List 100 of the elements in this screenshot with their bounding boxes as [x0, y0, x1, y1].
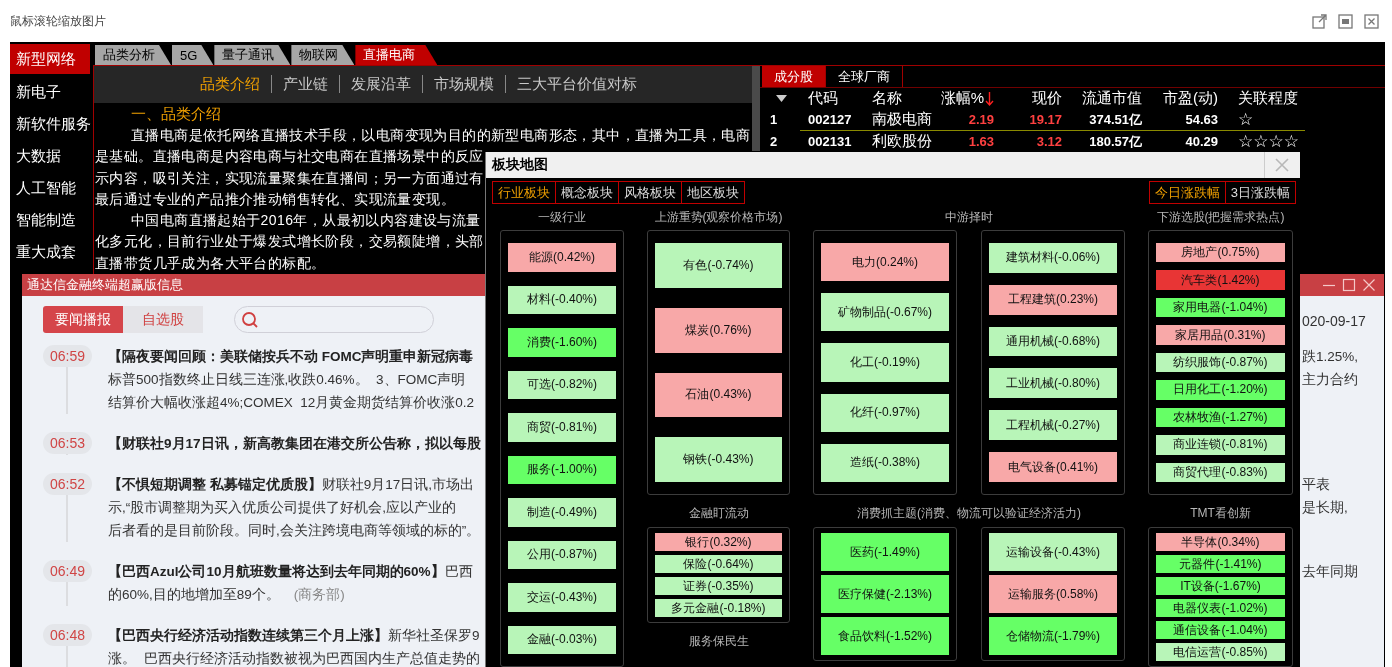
sidebar-item[interactable]: 人工智能 [10, 172, 90, 204]
subnav-tab[interactable]: 市场规模 [422, 74, 505, 94]
sector-tile[interactable]: 日用化工(-1.20%) [1156, 380, 1285, 400]
news-text: 的60%,目的地增加至89个。 [108, 586, 280, 602]
column-header[interactable]: 市盈(动) [1163, 89, 1218, 108]
relevance-stars: ☆☆☆☆ [1237, 131, 1300, 152]
sector-tile[interactable]: 家居用品(0.31%) [1156, 325, 1285, 345]
text-line: 直播电商是依托网络直播技术手段，以电商变现为目的的新型电商形态，其中，直播为工具，电商 [131, 125, 751, 145]
sector-tile[interactable]: 化工(-0.19%) [821, 343, 949, 382]
sector-tile[interactable]: 商贸(-0.81%) [508, 413, 616, 442]
news-text: 【不惧短期调整 私募锚定优质股】财联社9月17日讯,市场出 [108, 476, 475, 492]
tab[interactable]: 自选股 [123, 306, 203, 333]
tab[interactable]: 品类分析 [95, 45, 171, 65]
sector-tile[interactable]: 商贸代理(-0.83%) [1156, 462, 1285, 482]
sector-tile[interactable]: 运输设备(-0.43%) [989, 533, 1117, 571]
sector-tile[interactable]: 建筑材料(-0.06%) [989, 243, 1117, 273]
sector-tile[interactable]: 银行(0.32%) [655, 533, 782, 551]
sector-tile[interactable]: 能源(0.42%) [508, 243, 616, 272]
sector-tile[interactable]: 半导体(0.34%) [1156, 533, 1285, 551]
price: 19.17 [1029, 112, 1062, 127]
price: 3.12 [1036, 134, 1062, 149]
caret-icon[interactable] [776, 95, 787, 102]
scrollbar[interactable] [752, 66, 760, 151]
time-badge: 06:53 [43, 432, 92, 454]
sector-tile[interactable]: 电力(0.24%) [821, 243, 949, 282]
sector-tile[interactable]: 农林牧渔(-1.27%) [1156, 407, 1285, 428]
sector-tile[interactable]: 电器仪表(-1.02%) [1156, 599, 1285, 617]
text-line: 化多元化，目前行业处于爆发式增长阶段，交易额陡增，头部 [95, 232, 484, 252]
column-header[interactable]: 名称 [872, 89, 902, 108]
sector-tile[interactable]: 电信运营(-0.85%) [1156, 643, 1285, 661]
sector-tile[interactable]: 房地产(0.75%) [1156, 243, 1285, 263]
news-text: 涨。 巴西央行经济活动指数被视为巴西国内生产总值走势的 [108, 650, 480, 666]
tab[interactable]: 要闻播报 [43, 306, 123, 333]
column-header[interactable]: 现价 [1032, 89, 1062, 108]
row-number: 1 [770, 112, 779, 127]
tab[interactable]: 物联网 [291, 45, 355, 65]
sector-tile[interactable]: 工程建筑(0.23%) [989, 284, 1117, 315]
sector-tile[interactable]: 金融(-0.03%) [508, 625, 616, 654]
sector-tile[interactable]: 元器件(-1.41%) [1156, 555, 1285, 573]
external-link-icon[interactable] [1312, 13, 1327, 29]
subnav-tab[interactable]: 品类介绍 [188, 74, 271, 94]
sector-tile[interactable]: 纺织服饰(-0.87%) [1156, 352, 1285, 373]
subnav-tab[interactable]: 发展沿革 [339, 74, 422, 94]
sector-tile[interactable]: 汽车类(1.42%) [1156, 270, 1285, 290]
close-icon [1273, 157, 1290, 173]
sector-tile[interactable]: 服务(-1.00%) [508, 455, 616, 484]
subnav-tab[interactable]: 产业链 [271, 74, 339, 94]
close-icon[interactable] [1364, 13, 1379, 29]
sector-tile[interactable]: 材料(-0.40%) [508, 285, 616, 314]
search-field[interactable] [234, 306, 434, 333]
sector-tile[interactable]: 公用(-0.87%) [508, 540, 616, 569]
sidebar-item[interactable]: 新电子 [10, 76, 90, 108]
sector-tile[interactable]: 保险(-0.64%) [655, 555, 782, 573]
sector-tile[interactable]: 煤炭(0.76%) [655, 307, 782, 353]
sector-tile[interactable]: 证券(-0.35%) [655, 577, 782, 595]
subnav-tab[interactable]: 三大平台价值对标 [505, 74, 648, 94]
maximize-icon[interactable] [1342, 278, 1356, 292]
sector-tile[interactable]: 通信设备(-1.04%) [1156, 621, 1285, 639]
sidebar-item[interactable]: 大数据 [10, 140, 90, 172]
sector-tile[interactable]: 消费(-1.60%) [508, 328, 616, 357]
sector-tile[interactable]: 化纤(-0.97%) [821, 393, 949, 432]
sector-tile[interactable]: 矿物制品(-0.67%) [821, 293, 949, 332]
sector-tile[interactable]: 仓储物流(-1.79%) [989, 617, 1117, 655]
sector-tile[interactable]: 家用电器(-1.04%) [1156, 297, 1285, 318]
sector-tile[interactable]: 多元金融(-0.18%) [655, 599, 782, 617]
sector-tile[interactable]: 通用机械(-0.68%) [989, 326, 1117, 357]
sector-tile[interactable]: 运输服务(0.58%) [989, 575, 1117, 613]
text-line: 最后通过专业的产品推介推动销售转化、实现流量变现。 [95, 189, 455, 209]
column-header[interactable]: 关联程度 [1238, 89, 1298, 108]
news-text: 后者看的是目前阶段。同时,会关注跨境电商等领域的标的”。 [108, 522, 481, 538]
sidebar-item[interactable]: 新型网络 [10, 44, 90, 74]
sector-tile[interactable]: 工业机械(-0.80%) [989, 368, 1117, 399]
sidebar-item[interactable]: 重大成套 [10, 236, 90, 268]
sector-tile[interactable]: 制造(-0.49%) [508, 498, 616, 527]
sector-tile[interactable]: 食品饮料(-1.52%) [821, 617, 949, 655]
sector-tile[interactable]: IT设备(-1.67%) [1156, 577, 1285, 595]
time-badge: 06:59 [43, 345, 92, 367]
tab[interactable]: 直播电商 [355, 45, 438, 65]
sector-tile[interactable]: 造纸(-0.38%) [821, 443, 949, 482]
sector-tile[interactable]: 石油(0.43%) [655, 372, 782, 418]
column-header[interactable]: 代码 [808, 89, 838, 108]
column-header[interactable]: 流通市值 [1082, 89, 1142, 108]
market-cap: 374.51亿 [1089, 110, 1142, 129]
sidebar-item[interactable]: 新软件服务 [10, 108, 90, 140]
tab[interactable]: 成分股 [762, 66, 826, 87]
tab[interactable]: 量子通讯 [214, 45, 291, 65]
sector-tile[interactable]: 可选(-0.82%) [508, 370, 616, 399]
column-header[interactable]: 涨幅% [940, 89, 984, 108]
sidebar-item[interactable]: 智能制造 [10, 204, 90, 236]
tab[interactable]: 5G [172, 45, 214, 65]
sector-tile[interactable]: 工程机械(-0.27%) [989, 410, 1117, 441]
sector-tile[interactable]: 电气设备(0.41%) [989, 452, 1117, 482]
sector-tile[interactable]: 交运(-0.43%) [508, 583, 616, 612]
text-line: 是基础。直播电商是内容电商与社交电商在直播场景中的反应 [95, 147, 484, 167]
window-icon[interactable] [1338, 13, 1353, 29]
sector-tile[interactable]: 医药(-1.49%) [821, 533, 949, 571]
sector-tile[interactable]: 医疗保健(-2.13%) [821, 575, 949, 613]
sector-tile[interactable]: 有色(-0.74%) [655, 243, 782, 288]
sector-tile[interactable]: 钢铁(-0.43%) [655, 437, 782, 482]
sector-tile[interactable]: 商业连锁(-0.81%) [1156, 435, 1285, 455]
